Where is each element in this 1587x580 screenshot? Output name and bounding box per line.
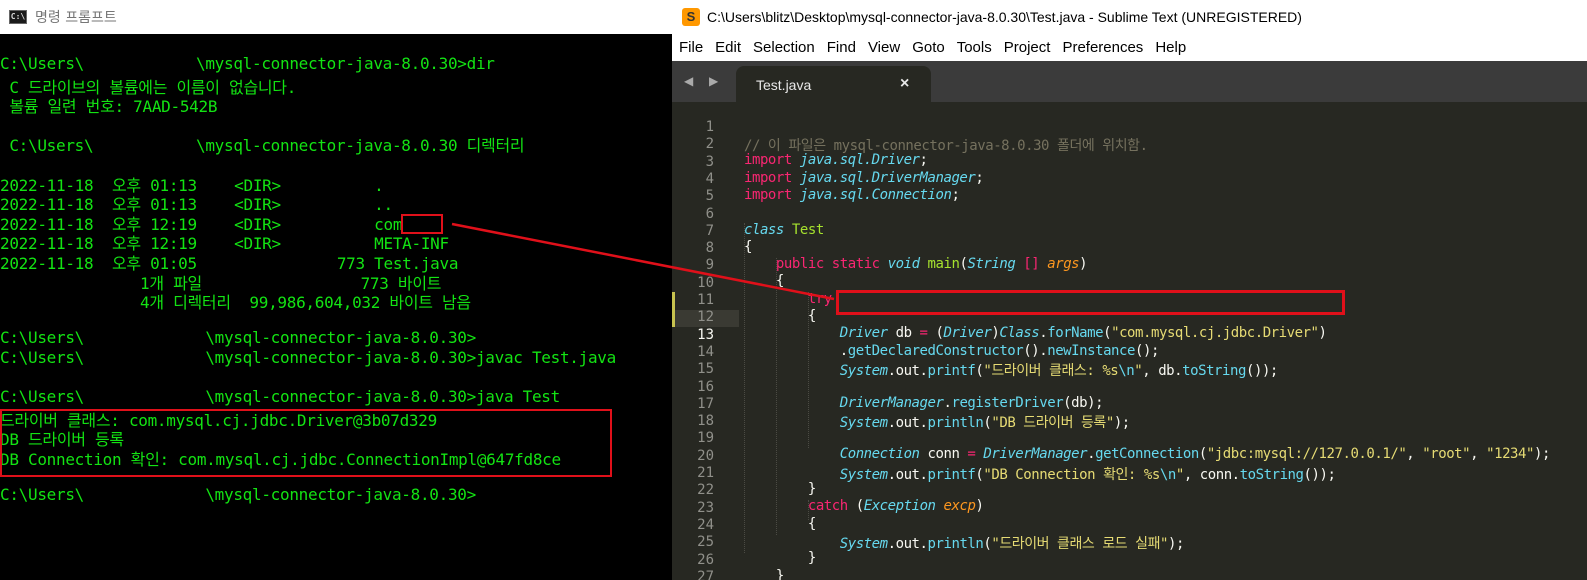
line-number: 27 (697, 568, 714, 580)
menu-selection[interactable]: Selection (747, 34, 821, 61)
menu-file[interactable]: File (672, 34, 709, 61)
console-line: C:\Users\ \mysql-connector-java-8.0.30 디… (0, 136, 525, 156)
console-line: 2022-11-18 오후 12:19 <DIR> META-INF (0, 234, 449, 254)
code-line: 9 { (672, 241, 1587, 289)
menu-edit[interactable]: Edit (709, 34, 747, 61)
code-line: 26 } (672, 536, 1587, 580)
code-line: 15 (672, 345, 1587, 377)
menu-view[interactable]: View (862, 34, 906, 61)
code-line: 25 } (672, 518, 1587, 566)
code-line: 8 public static void main(String [] args… (672, 224, 1587, 272)
code-editor[interactable]: 1 // 이 파일은 mysql-connector-java-8.0.30 폴… (672, 102, 1587, 580)
menu-bar: File Edit Selection Find View Goto Tools… (672, 34, 1587, 61)
tab-test-java[interactable]: Test.java × (736, 66, 931, 102)
tab-close-icon[interactable]: × (900, 75, 909, 93)
tab-bar: ◀ ▶ Test.java × (672, 61, 1587, 102)
sublime-icon (682, 8, 700, 26)
console-line: 2022-11-18 오후 01:13 <DIR> . (0, 175, 384, 195)
cmd-window-title: 명령 프롬프트 (35, 10, 117, 26)
code-line: 6 class Test (672, 190, 1587, 238)
console-line: C:\Users\ \mysql-connector-java-8.0.30>j… (0, 347, 616, 367)
tab-label: Test.java (756, 77, 812, 93)
menu-tools[interactable]: Tools (951, 34, 998, 61)
code-line: 14 System.out.printf("드라이버 클래스: %s\n", d… (672, 328, 1587, 379)
cmd-console-output[interactable]: C:\Users\ \mysql-connector-java-8.0.30>d… (0, 54, 672, 505)
console-line: 드라이버 클래스: com.mysql.cj.jdbc.Driver@3b07d… (0, 410, 437, 430)
console-line: 2022-11-18 오후 12:19 <DIR> com (0, 214, 403, 234)
code-line: 7 { (672, 207, 1587, 255)
code-line: 3 import java.sql.DriverManager; (672, 138, 1587, 186)
code-line: 1 // 이 파일은 mysql-connector-java-8.0.30 폴… (672, 103, 1587, 154)
code-line: 20 System.out.printf("DB Connection 확인: … (672, 432, 1587, 483)
menu-project[interactable]: Project (998, 34, 1057, 61)
command-prompt-window[interactable]: C:\ 명령 프롬프트 C:\Users\ \mysql-connector-j… (0, 0, 672, 580)
tab-nav-arrows-icon[interactable]: ◀ ▶ (684, 74, 724, 88)
console-line: C 드라이브의 볼륨에는 이름이 없습니다. (0, 77, 297, 97)
sublime-title-bar[interactable]: C:\Users\blitz\Desktop\mysql-connector-j… (672, 0, 1587, 34)
code-line: 2 import java.sql.Driver; (672, 120, 1587, 168)
code-line: 17 System.out.println("DB 드라이버 등록"); (672, 380, 1587, 431)
code-line: 19 Connection conn = DriverManager.getCo… (672, 414, 1587, 462)
console-line: 1개 파일 773 바이트 (0, 273, 442, 293)
code-line: 22 catch (Exception excp) (672, 466, 1587, 514)
code-line: 4 import java.sql.Connection; (672, 155, 1587, 203)
menu-goto[interactable]: Goto (906, 34, 951, 61)
code-line: 23 { (672, 484, 1587, 532)
console-line: C:\Users\ \mysql-connector-java-8.0.30> (0, 328, 476, 348)
console-line: 4개 디렉터리 99,986,604,032 바이트 남음 (0, 293, 471, 313)
cmd-icon: C:\ (9, 10, 27, 24)
code-line: 27 } (672, 553, 1587, 580)
code-line: 16 DriverManager.registerDriver(db); (672, 363, 1587, 411)
code-line: 5 (672, 172, 1587, 204)
code-line: 18 (672, 397, 1587, 429)
code-line: 21 } (672, 449, 1587, 497)
console-line: 2022-11-18 오후 01:05 773 Test.java (0, 253, 459, 273)
code-line: 24 System.out.println("드라이버 클래스 로드 실패"); (672, 501, 1587, 552)
code-line: 10 try (672, 259, 1587, 307)
console-line: 2022-11-18 오후 01:13 <DIR> .. (0, 195, 393, 215)
sublime-window-title: C:\Users\blitz\Desktop\mysql-connector-j… (707, 9, 1302, 25)
menu-preferences[interactable]: Preferences (1056, 34, 1149, 61)
console-line: DB Connection 확인: com.mysql.cj.jdbc.Conn… (0, 449, 561, 469)
console-line: C:\Users\ \mysql-connector-java-8.0.30>d… (0, 54, 495, 73)
cmd-title-bar[interactable]: C:\ 명령 프롬프트 (0, 0, 672, 34)
console-line: 볼륨 일련 번호: 7AAD-542B (0, 97, 218, 117)
console-line: C:\Users\ \mysql-connector-java-8.0.30>j… (0, 387, 560, 407)
menu-find[interactable]: Find (821, 34, 862, 61)
menu-help[interactable]: Help (1149, 34, 1192, 61)
forname-highlight-box (836, 290, 1345, 315)
console-line: C:\Users\ \mysql-connector-java-8.0.30> (0, 485, 476, 505)
